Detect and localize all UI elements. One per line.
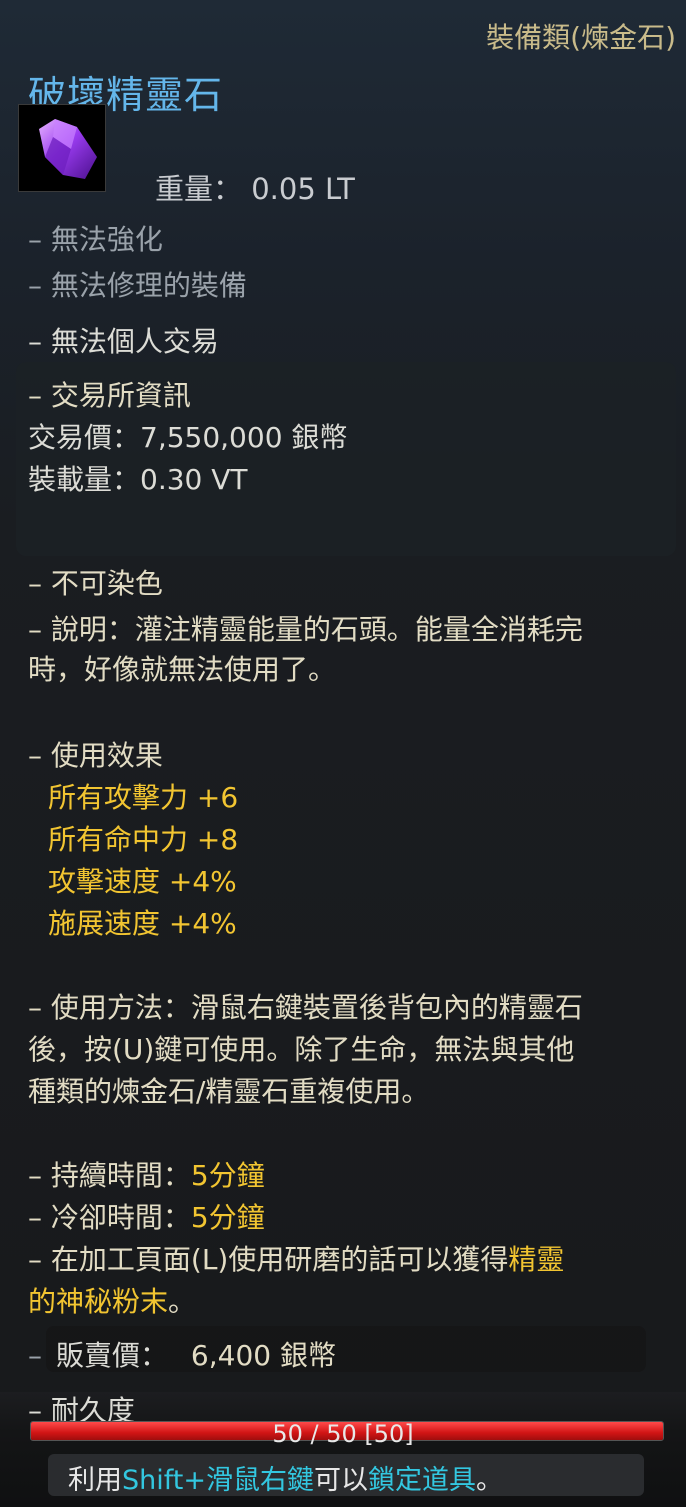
item-icon-slot [18,104,106,192]
effect-attack-speed: 攻擊速度 +4% [48,865,237,898]
hint-text-1: 利用 [68,1465,122,1496]
usage-line-2: 後，按(U)鍵可使用。除了生命，無法與其他 [28,1033,575,1066]
cooldown-value: 5分鐘 [190,1201,265,1234]
hint-key-lock-item: 鎖定道具 [368,1465,476,1496]
restriction-no-enhance: – 無法強化 [28,223,163,256]
hint-text-3: 。 [476,1465,503,1496]
grind-line-1-highlight: 精靈 [508,1243,565,1276]
item-category: 裝備類(煉金石) [486,21,676,54]
grind-line-2-highlight: 的神秘粉末 [28,1285,169,1318]
market-heading: – 交易所資訊 [28,379,191,412]
effect-accuracy: 所有命中力 +8 [48,823,239,856]
grind-line-2-text: 。 [168,1285,197,1318]
restriction-no-repair: – 無法修理的裝備 [28,269,247,302]
market-price: 交易價：7,550,000 銀幣 [28,421,348,454]
effects-heading: – 使用效果 [28,739,163,772]
hint-text-2: 可以 [314,1465,368,1496]
description-line-1: – 說明：灌注精靈能量的石頭。能量全消耗完 [28,613,583,646]
usage-line-3: 種類的煉金石/精靈石重複使用。 [28,1075,430,1108]
grind-line-1: – 在加工頁面(L)使用研磨的話可以獲得精靈 [28,1242,564,1278]
usage-line-1: – 使用方法：滑鼠右鍵裝置後背包內的精靈石 [28,991,583,1024]
lock-hint: 利用Shift+滑鼠右鍵可以鎖定道具。 [68,1458,503,1497]
cooldown-label: – 冷卻時間： [28,1201,191,1234]
durability-value: 50 / 50 [50] [272,1420,414,1448]
hint-key-shift-rightclick: Shift+滑鼠右鍵 [122,1465,314,1496]
description-line-2: 時，好像就無法使用了。 [28,653,337,686]
effect-attack: 所有攻擊力 +6 [48,781,239,814]
dye-status: – 不可染色 [28,567,163,600]
sell-label: 販賣價： [56,1339,169,1372]
duration-row: – 持續時間：5分鐘 [28,1158,265,1194]
restriction-no-trade: – 無法個人交易 [28,325,219,358]
purple-crystal-icon [39,119,97,179]
grind-line-1-text: – 在加工頁面(L)使用研磨的話可以獲得 [28,1243,509,1276]
grind-line-2: 的神秘粉末。 [28,1284,196,1320]
sell-value: 6,400 銀幣 [190,1339,336,1372]
sell-dash: – [28,1339,42,1372]
item-weight: 重量： 0.05 LT [155,172,355,206]
duration-value: 5分鐘 [190,1159,265,1192]
market-load: 裝載量：0.30 VT [28,463,248,496]
cooldown-row: – 冷卻時間：5分鐘 [28,1200,265,1236]
effect-cast-speed: 施展速度 +4% [48,907,237,940]
duration-label: – 持續時間： [28,1159,191,1192]
sell-price-row: 販賣價： 6,400 銀幣 [56,1338,336,1374]
